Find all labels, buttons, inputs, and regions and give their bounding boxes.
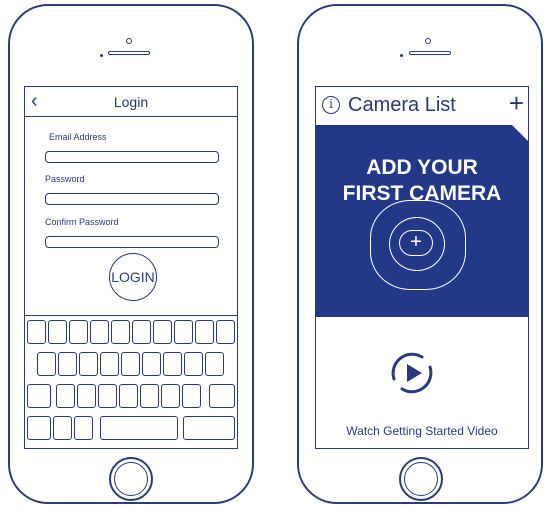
camera-device-icon[interactable]: +: [370, 200, 466, 290]
phone-login: ‹ Login Email Address Password Confirm P…: [8, 4, 254, 504]
keyboard-key[interactable]: [98, 384, 117, 408]
home-button-inner: [114, 462, 148, 496]
keyboard-key[interactable]: [205, 352, 224, 376]
front-camera-dot: [126, 38, 132, 44]
keyboard-key[interactable]: [184, 352, 203, 376]
keyboard-key[interactable]: [121, 352, 140, 376]
phone-camera-list: i Camera List + ADD YOUR FIRST CAMERA + …: [297, 4, 543, 504]
numbers-key[interactable]: [27, 416, 51, 440]
login-button[interactable]: LOGIN: [109, 253, 157, 301]
speaker-grille: [108, 51, 150, 55]
confirm-password-label: Confirm Password: [45, 217, 119, 227]
login-screen: ‹ Login Email Address Password Confirm P…: [24, 86, 238, 449]
keyboard-key[interactable]: [37, 352, 56, 376]
keyboard-key[interactable]: [79, 352, 98, 376]
sensor-dot: [100, 54, 103, 57]
keyboard-key[interactable]: [132, 320, 151, 344]
page-title: Login: [113, 94, 149, 110]
keyboard-key[interactable]: [174, 320, 193, 344]
add-camera-banner[interactable]: ADD YOUR FIRST CAMERA +: [316, 125, 528, 317]
sensor-dot: [400, 54, 403, 57]
mic-key[interactable]: [74, 416, 93, 440]
home-button[interactable]: [399, 457, 443, 501]
keyboard-key[interactable]: [58, 352, 77, 376]
keyboard-key[interactable]: [111, 320, 130, 344]
email-field[interactable]: [45, 151, 219, 163]
login-header: ‹ Login: [25, 87, 237, 117]
camera-list-header: i Camera List +: [316, 87, 528, 125]
email-label: Email Address: [49, 132, 107, 142]
home-button[interactable]: [109, 457, 153, 501]
keyboard-key[interactable]: [195, 320, 214, 344]
add-icon[interactable]: +: [509, 90, 524, 116]
password-field[interactable]: [45, 193, 219, 205]
camera-list-screen: i Camera List + ADD YOUR FIRST CAMERA + …: [315, 86, 529, 449]
page-title: Camera List: [348, 94, 456, 116]
watch-video-link[interactable]: Watch Getting Started Video: [316, 424, 528, 438]
banner-line-1: ADD YOUR: [366, 156, 478, 179]
keyboard-key[interactable]: [100, 352, 119, 376]
keyboard-key[interactable]: [216, 320, 235, 344]
shift-key[interactable]: [27, 384, 51, 408]
keyboard-key[interactable]: [182, 384, 201, 408]
confirm-password-field[interactable]: [45, 236, 219, 248]
globe-key[interactable]: [53, 416, 72, 440]
keyboard-key[interactable]: [69, 320, 88, 344]
space-key[interactable]: [100, 416, 178, 440]
add-camera-plus-icon: +: [399, 230, 433, 256]
backspace-key[interactable]: [209, 384, 235, 408]
keyboard-key[interactable]: [119, 384, 138, 408]
password-label: Password: [45, 174, 85, 184]
keyboard: [25, 315, 237, 448]
keyboard-key[interactable]: [142, 352, 161, 376]
keyboard-key[interactable]: [90, 320, 109, 344]
speaker-grille: [409, 51, 451, 55]
banner-corner: [512, 125, 528, 141]
keyboard-key[interactable]: [56, 384, 75, 408]
keyboard-key[interactable]: [48, 320, 67, 344]
play-video-icon[interactable]: [388, 349, 436, 397]
keyboard-key[interactable]: [140, 384, 159, 408]
camera-lens-ring: +: [389, 217, 445, 271]
home-button-inner: [404, 462, 438, 496]
info-icon[interactable]: i: [322, 96, 340, 114]
keyboard-key[interactable]: [27, 320, 46, 344]
front-camera-dot: [425, 38, 431, 44]
keyboard-key[interactable]: [163, 352, 182, 376]
return-key[interactable]: [183, 416, 235, 440]
keyboard-key[interactable]: [153, 320, 172, 344]
keyboard-key[interactable]: [77, 384, 96, 408]
keyboard-key[interactable]: [161, 384, 180, 408]
